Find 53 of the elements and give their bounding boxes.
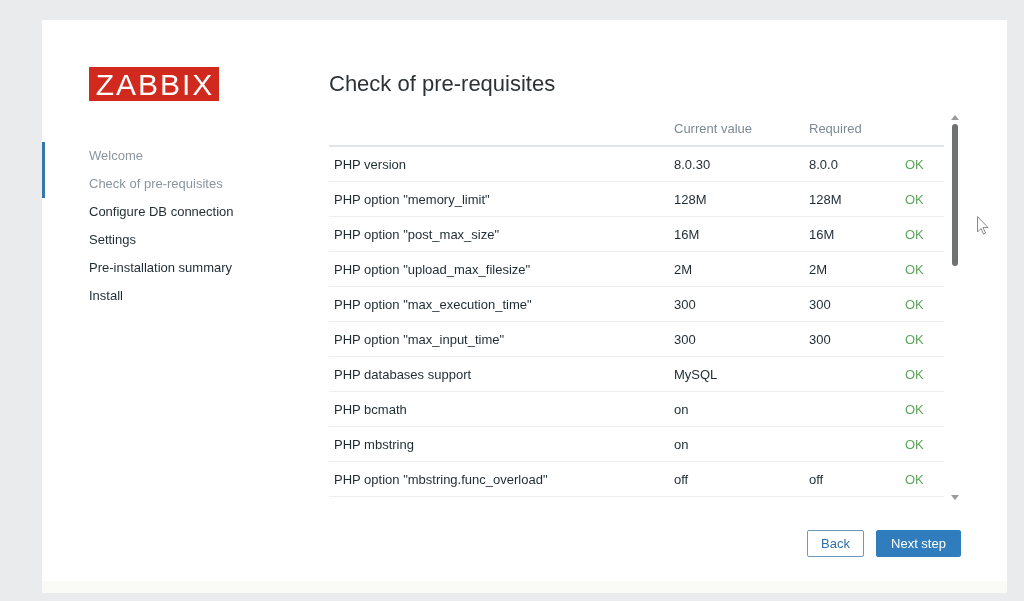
table-cell: PHP option "mbstring.func_overload" [334,471,548,487]
table-cell: PHP option "post_max_size" [334,226,500,242]
table-cell: 16M [674,226,700,242]
step-button[interactable]: Back [807,530,864,557]
table-cell: off [809,471,824,487]
table-cell: 16M [809,226,835,242]
column-header: Current value [674,121,753,136]
status-text: OK [905,261,924,277]
table-cell: on [674,436,689,452]
step-item: Check of pre-requisites [42,170,227,198]
status-text: OK [905,191,924,207]
mouse-pointer-icon [977,216,989,235]
status-text: OK [905,471,924,487]
step-item: Settings [88,231,137,249]
table-cell: PHP version [334,156,406,172]
table-cell: MySQL [674,366,718,382]
table-cell: PHP bcmath [334,401,407,417]
step-item: Welcome [42,142,147,170]
column-header: Required [809,121,862,136]
table-cell: PHP mbstring [334,436,414,452]
table-cell: PHP databases support [334,366,472,382]
scroll-down-arrow-icon[interactable] [951,495,959,500]
step-item: Pre-installation summary [88,259,234,277]
step-button[interactable]: Next step [876,530,961,557]
status-text: OK [905,156,924,172]
status-text: OK [905,296,924,312]
table-cell: 300 [674,296,696,312]
status-text: OK [905,401,924,417]
scroll-up-arrow-icon[interactable] [951,115,959,120]
status-text: OK [905,226,924,242]
table-cell: 128M [809,191,842,207]
table-cell: PHP option "memory_limit" [334,191,490,207]
table-cell: 2M [809,261,828,277]
table-cell: 2M [674,261,693,277]
table-cell: 300 [809,331,831,347]
status-text: OK [905,366,924,382]
table-cell: PHP option "max_input_time" [334,331,505,347]
table-cell: 128M [674,191,707,207]
scrollbar-thumb[interactable] [952,124,958,266]
page-title: Check of pre-requisites [329,70,557,98]
table-cell: 8.0.30 [674,156,711,172]
status-text: OK [905,331,924,347]
step-item: Configure DB connection [88,203,235,221]
step-item: Install [88,287,124,305]
table-cell: off [674,471,689,487]
status-text: OK [905,436,924,452]
table-cell: 300 [674,331,696,347]
table-cell: PHP option "max_execution_time" [334,296,532,312]
table-cell: 300 [809,296,831,312]
table-cell: PHP option "upload_max_filesize" [334,261,531,277]
table-cell: 8.0.0 [809,156,838,172]
table-cell: on [674,401,689,417]
logo: ZABBIX [89,67,219,101]
